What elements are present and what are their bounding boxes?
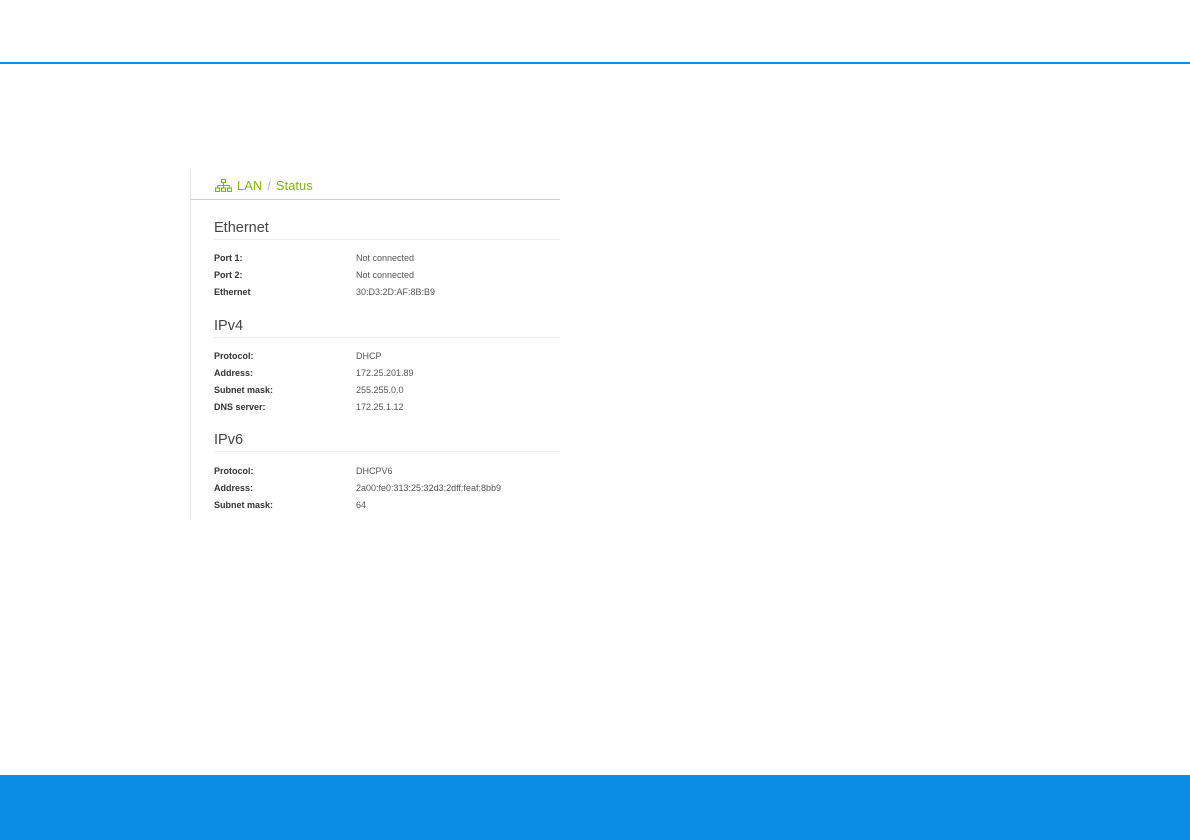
info-row-ipv6-subnet: Subnet mask: 64 [214,499,554,511]
info-row-ipv6-protocol: Protocol: DHCPV6 [214,465,554,477]
row-value: 64 [356,500,367,510]
row-label: Subnet mask: [214,385,274,395]
section-divider [214,337,560,338]
breadcrumb-lan-link[interactable]: LAN [237,178,262,193]
section-divider [214,451,560,452]
section-title-ipv4: IPv4 [214,318,244,334]
row-label: Address: [214,368,254,378]
info-row-ipv4-dns: DNS server: 172.25.1.12 [214,401,554,413]
row-value: DHCP [356,351,382,361]
row-label: Port 2: [214,270,243,280]
row-value: 172.25.1.12 [356,402,404,412]
row-value: Not connected [356,253,415,263]
network-icon [215,178,232,192]
breadcrumb-separator: / [267,177,271,193]
row-value: DHCPV6 [356,466,393,476]
row-value: Not connected [356,270,415,280]
row-label: Protocol: [214,466,254,476]
row-label: DNS server: [214,402,266,412]
info-row-ipv4-subnet: Subnet mask: 255.255.0.0 [214,384,554,396]
section-title-ethernet: Ethernet [214,220,269,236]
info-row-ipv6-address: Address: 2a00:fe0:313:25:32d3:2dff:feaf:… [214,482,554,494]
row-value: 255.255.0.0 [356,385,404,395]
row-label: Subnet mask: [214,500,274,510]
header-rule [0,62,1190,64]
breadcrumb-status: Status [275,177,313,193]
info-row-port1: Port 1: Not connected [214,252,554,264]
lan-status-panel: LAN / Status Ethernet Port 1: Not connec… [190,170,560,520]
info-row-ipv4-protocol: Protocol: DHCP [214,350,554,362]
breadcrumb-divider [191,199,560,200]
row-label: Port 1: [214,253,243,263]
section-divider [214,239,560,240]
info-row-port2: Port 2: Not connected [214,269,554,281]
section-title-ipv6: IPv6 [214,432,244,448]
row-value: 172.25.201.89 [356,368,414,378]
breadcrumb: LAN / Status [215,176,313,194]
row-value: 30:D3:2D:AF:8B:B9 [356,287,436,297]
row-label: Ethernet [214,287,251,297]
info-row-ethernet-mac: Ethernet 30:D3:2D:AF:8B:B9 [214,286,554,298]
row-label: Address: [214,483,254,493]
info-row-ipv4-address: Address: 172.25.201.89 [214,367,554,379]
footer-band [0,775,1190,840]
row-value: 2a00:fe0:313:25:32d3:2dff:feaf:8bb9 [356,483,501,493]
row-label: Protocol: [214,351,254,361]
